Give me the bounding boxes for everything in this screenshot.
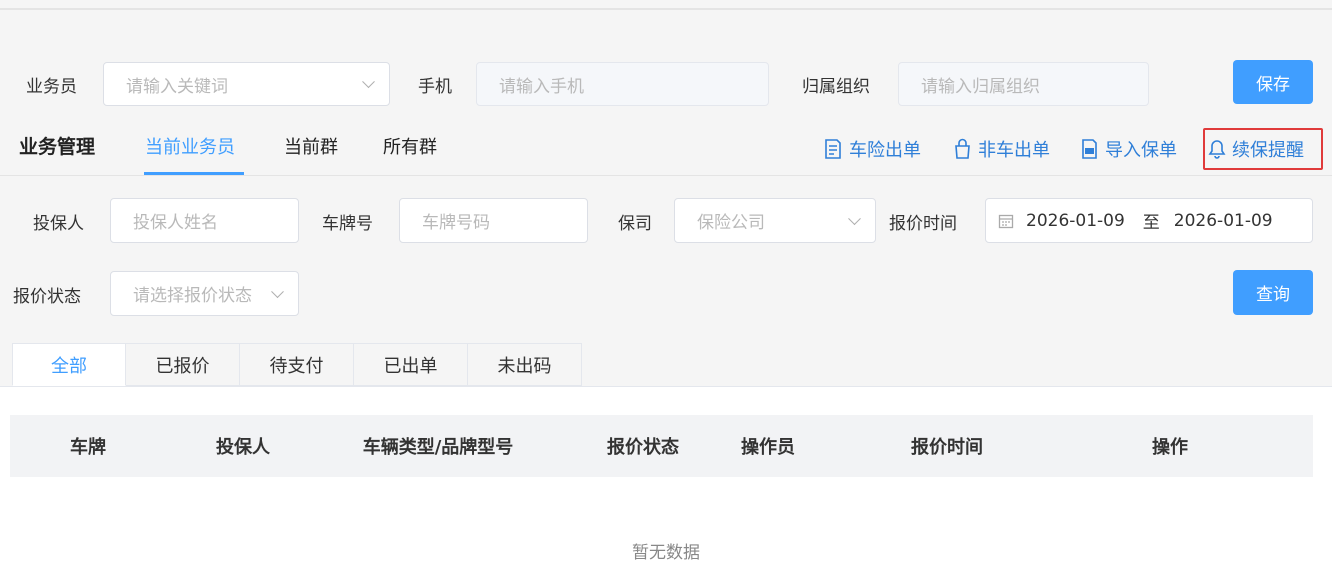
org-input[interactable]: 请输入归属组织 <box>898 62 1149 106</box>
org-placeholder: 请输入归属组织 <box>921 76 1040 97</box>
insured-label: 投保人 <box>33 214 84 234</box>
subtab-current-group[interactable]: 当前群 <box>284 133 338 159</box>
tab-all[interactable]: 全部 <box>12 343 126 386</box>
top-border <box>0 0 1332 10</box>
calendar-icon <box>998 214 1014 228</box>
insured-input[interactable]: 投保人姓名 <box>110 198 299 243</box>
query-button[interactable]: 查询 <box>1233 270 1313 315</box>
status-placeholder: 请选择报价状态 <box>133 286 252 306</box>
plate-placeholder: 车牌号码 <box>422 213 490 233</box>
date-start[interactable]: 2026-01-09 <box>1026 211 1125 231</box>
chevron-down-icon <box>362 75 375 89</box>
table-header: 车牌 投保人 车辆类型/品牌型号 报价状态 操作员 报价时间 操作 <box>10 415 1313 477</box>
import-policy-label: 导入保单 <box>1105 140 1177 161</box>
car-insurance-issue-label: 车险出单 <box>849 140 921 161</box>
pdf-file-icon <box>1082 139 1097 159</box>
date-end[interactable]: 2026-01-09 <box>1174 211 1273 231</box>
salesman-label: 业务员 <box>26 77 77 97</box>
phone-label: 手机 <box>418 77 452 97</box>
insurer-placeholder: 保险公司 <box>697 213 765 233</box>
quote-time-label: 报价时间 <box>889 214 957 234</box>
document-icon <box>825 139 841 159</box>
page-title: 业务管理 <box>19 136 96 158</box>
subtab-all-groups[interactable]: 所有群 <box>383 133 437 159</box>
column-header-quote-time: 报价时间 <box>911 437 983 458</box>
column-header-actions: 操作 <box>1152 437 1188 458</box>
insurer-select[interactable]: 保险公司 <box>674 198 876 243</box>
date-separator: 至 <box>1142 213 1160 233</box>
quote-date-range[interactable]: 2026-01-09 至 2026-01-09 <box>985 198 1313 243</box>
column-header-vehicle-model: 车辆类型/品牌型号 <box>362 437 514 458</box>
insurer-label: 保司 <box>618 214 652 234</box>
subtab-current-salesman[interactable]: 当前业务员 <box>145 133 235 159</box>
bag-icon <box>955 138 970 159</box>
org-label: 归属组织 <box>802 77 870 97</box>
highlight-box <box>1203 128 1323 170</box>
salesman-select[interactable]: 请输入关键词 <box>103 62 390 106</box>
section-divider <box>0 175 1332 176</box>
column-header-quote-status: 报价状态 <box>607 437 679 458</box>
salesman-placeholder: 请输入关键词 <box>126 76 228 97</box>
column-header-insured: 投保人 <box>216 437 270 458</box>
import-policy-link[interactable]: 导入保单 <box>1080 136 1177 162</box>
insured-placeholder: 投保人姓名 <box>133 213 218 233</box>
status-tabs: 全部 已报价 待支付 已出单 未出码 <box>12 343 582 386</box>
phone-input[interactable]: 请输入手机 <box>476 62 769 106</box>
car-insurance-issue-link[interactable]: 车险出单 <box>823 136 921 162</box>
column-header-operator: 操作员 <box>741 437 795 458</box>
non-car-issue-label: 非车出单 <box>978 140 1050 161</box>
status-label: 报价状态 <box>13 287 81 307</box>
tab-no-code[interactable]: 未出码 <box>468 343 582 386</box>
tab-pending-payment[interactable]: 待支付 <box>240 343 354 386</box>
chevron-down-icon <box>271 284 284 298</box>
tab-quoted[interactable]: 已报价 <box>126 343 240 386</box>
save-button[interactable]: 保存 <box>1233 60 1313 104</box>
empty-state-text: 暂无数据 <box>632 543 700 563</box>
phone-placeholder: 请输入手机 <box>499 76 584 97</box>
chevron-down-icon <box>848 211 861 225</box>
plate-input[interactable]: 车牌号码 <box>399 198 588 243</box>
column-header-plate: 车牌 <box>70 437 106 458</box>
plate-label: 车牌号 <box>322 214 373 234</box>
tab-issued[interactable]: 已出单 <box>354 343 468 386</box>
non-car-issue-link[interactable]: 非车出单 <box>953 136 1050 162</box>
status-select[interactable]: 请选择报价状态 <box>110 271 299 316</box>
